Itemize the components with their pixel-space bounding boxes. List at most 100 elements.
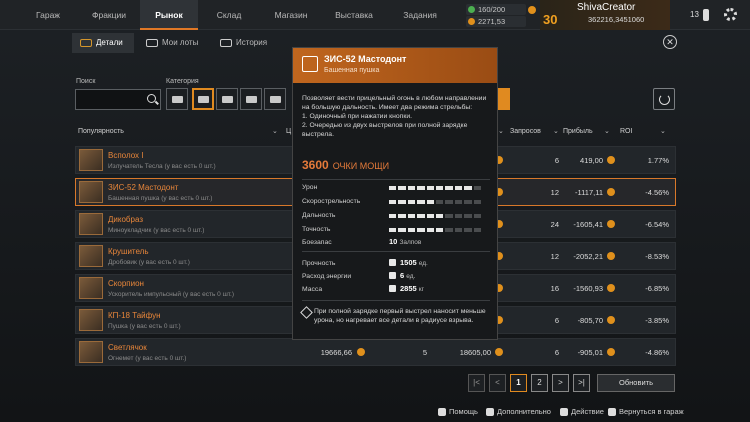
count-value: 5 (422, 348, 427, 357)
category-movement[interactable] (240, 88, 262, 110)
weapon-icon (198, 96, 209, 103)
roi-value: -4.86% (645, 348, 669, 357)
close-icon[interactable]: ✕ (663, 35, 677, 49)
ammo-label: Боезапас (302, 239, 332, 246)
help-label: Помощь (449, 407, 478, 416)
prev-page-button[interactable]: < (489, 374, 506, 392)
subtab-my-lots[interactable]: Мои лоты (138, 33, 216, 53)
last-page-button[interactable]: >| (573, 374, 590, 392)
chevron-down-icon[interactable]: ⌄ (272, 122, 278, 142)
more-hint[interactable]: Дополнительно (486, 406, 551, 418)
column-roi-label: ROI (620, 128, 633, 135)
next-page-button[interactable]: > (552, 374, 569, 392)
tab-shop[interactable]: Магазин (262, 0, 320, 30)
add-coins-icon[interactable] (528, 6, 536, 14)
chevron-down-icon[interactable]: ⌄ (498, 122, 504, 142)
stat-bar-segment (464, 186, 472, 190)
cabin-icon (172, 96, 183, 103)
first-page-button[interactable]: |< (468, 374, 485, 392)
chevron-down-icon[interactable]: ⌄ (553, 122, 559, 142)
requests-value: 12 (550, 252, 559, 261)
history-icon (220, 39, 232, 47)
ammo-unit: Залпов (399, 239, 422, 246)
category-structure[interactable] (264, 88, 286, 110)
stat-bar-segment (407, 200, 416, 204)
coin-icon (495, 348, 503, 356)
top-navigation: Гараж Фракции Рынок Склад Магазин Выстав… (0, 0, 750, 30)
stat-bar-segment (473, 228, 482, 232)
structure-icon (270, 96, 281, 103)
tab-garage[interactable]: Гараж (22, 0, 74, 30)
tab-quests[interactable]: Задания (388, 0, 452, 30)
page-2-button[interactable]: 2 (531, 374, 548, 392)
table-row[interactable]: Светлячок Огнемет (у вас есть 0 шт.) 196… (75, 338, 676, 366)
column-popularity[interactable]: Популярность (78, 122, 124, 142)
column-requests[interactable]: Запросов (510, 122, 541, 142)
chevron-down-icon[interactable]: ⌄ (604, 122, 610, 142)
stat-bar-segment (398, 186, 406, 190)
stat-bar-segment (464, 228, 472, 232)
part-thumbnail (79, 309, 103, 331)
stat-bar-segment (454, 228, 463, 232)
mode-1-text: 1. Одиночный при нажатии кнопки. (302, 113, 413, 120)
mass-value: 2855 кг (389, 284, 424, 293)
search-icon[interactable] (147, 94, 156, 103)
requests-value: 6 (554, 316, 559, 325)
help-hint[interactable]: Помощь (438, 406, 478, 418)
stat-firerate-bar (389, 200, 482, 204)
action-hint[interactable]: Действие (560, 406, 604, 418)
part-type: Излучатель Тесла (у вас есть 0 шт.) (108, 163, 216, 170)
tab-exhibition[interactable]: Выставка (322, 0, 386, 30)
part-type: Огнемет (у вас есть 0 шт.) (108, 355, 187, 362)
part-tooltip: ЗИС-52 Мастодонт Башенная пушка Позволяе… (292, 47, 498, 340)
part-name: Крушитель (108, 247, 149, 256)
chevron-down-icon[interactable]: ⌄ (660, 122, 666, 142)
stat-firerate-label: Скорострельность (302, 198, 361, 205)
gear-icon[interactable] (724, 8, 737, 21)
tab-storage[interactable]: Склад (202, 0, 256, 30)
tab-market[interactable]: Рынок (140, 0, 198, 30)
update-button[interactable]: Обновить (597, 374, 675, 392)
user-panel[interactable]: 30 ShivaCreator 362216,3451060 (540, 0, 670, 30)
tooltip-header: ЗИС-52 Мастодонт Башенная пушка (293, 48, 497, 83)
shield-icon (389, 259, 396, 266)
category-modules[interactable] (216, 88, 238, 110)
stat-accuracy-label: Точность (302, 226, 331, 233)
refresh-button[interactable] (653, 88, 675, 110)
stat-bar-segment (426, 214, 435, 218)
mode-2-text: 2. Очередью из двух выстрелов при полной… (302, 122, 468, 138)
column-price[interactable]: Ц (286, 122, 291, 142)
back-to-garage-hint[interactable]: Вернуться в гараж (608, 406, 684, 418)
durability-value: 1505 ед. (389, 258, 428, 267)
part-thumbnail (79, 341, 103, 363)
category-weapons[interactable] (192, 88, 214, 110)
part-name: ЗИС-52 Мастодонт (108, 183, 179, 192)
search-input[interactable] (75, 89, 161, 110)
tab-factions[interactable]: Фракции (78, 0, 140, 30)
power-label: ОЧКИ МОЩИ (332, 161, 390, 171)
part-type: Башенная пушка (у вас есть 0 шт.) (108, 195, 213, 202)
part-name: Всполох I (108, 151, 144, 160)
subtab-parts[interactable]: Детали (72, 33, 134, 53)
energy-label: Расход энергии (302, 273, 352, 280)
fuel-icon (468, 6, 475, 13)
energy-value: 6 ед. (389, 271, 415, 280)
subtab-history[interactable]: История (212, 33, 292, 53)
category-cabins[interactable] (166, 88, 188, 110)
user-name: ShivaCreator (577, 2, 636, 13)
sum-value: 18605,00 (459, 348, 491, 357)
lots-icon (146, 39, 158, 47)
requests-value: 12 (550, 188, 559, 197)
description-text: Позволяет вести прицельный огонь в любом… (302, 95, 487, 111)
durability-label: Прочность (302, 260, 336, 267)
stat-range-bar (389, 214, 482, 218)
tooltip-note: При полной зарядке первый выстрел наноси… (302, 307, 490, 325)
roi-value: -6.54% (645, 220, 669, 229)
stat-bar-segment (389, 214, 397, 218)
part-thumbnail (79, 277, 103, 299)
alert-icon[interactable] (703, 9, 709, 21)
column-roi[interactable]: ROI (620, 122, 632, 142)
page-1-button[interactable]: 1 (510, 374, 527, 392)
column-profit[interactable]: Прибыль (563, 122, 593, 142)
ammo-value: 10 Залпов (389, 237, 421, 246)
